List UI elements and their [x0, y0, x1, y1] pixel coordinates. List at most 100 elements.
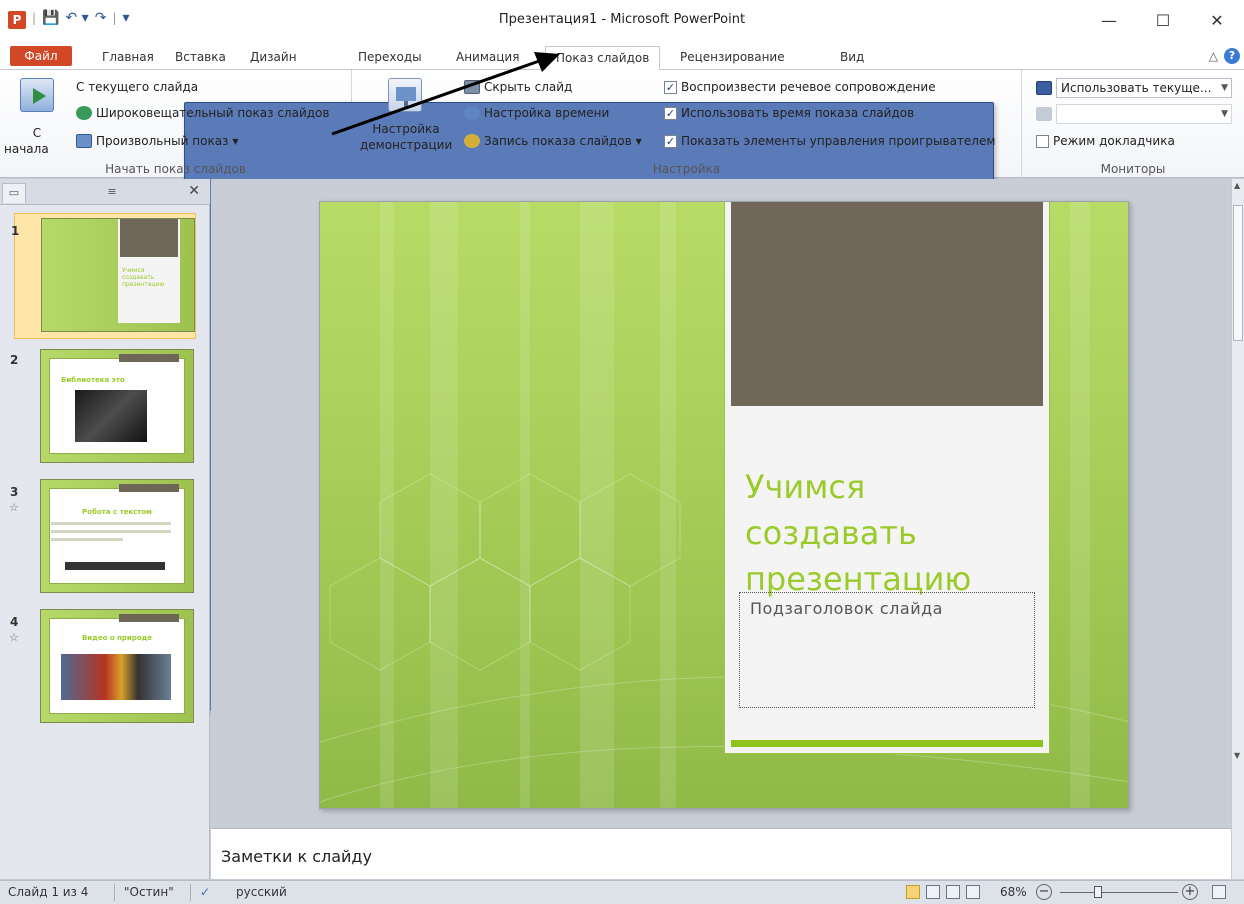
slide-title-line-1: Учимся	[745, 468, 866, 506]
tab-design[interactable]: Дизайн	[240, 46, 307, 70]
tab-slide-show[interactable]: Показ слайдов	[545, 46, 661, 71]
from-beginning-button[interactable]: С	[20, 126, 54, 140]
slide-thumbnail-4[interactable]: Видео о природе	[40, 609, 194, 723]
minimize-ribbon-icon[interactable]: △	[1209, 49, 1218, 63]
show-media-controls-checkbox[interactable]: ✓ Показать элементы управления проигрыва…	[664, 134, 995, 148]
slides-panel-tabs: ▭ ≡ ✕	[0, 179, 210, 205]
tab-insert[interactable]: Вставка	[165, 46, 236, 70]
tab-view[interactable]: Вид	[830, 46, 874, 70]
tab-review[interactable]: Рецензирование	[670, 46, 795, 70]
hide-slide-label: Скрыть слайд	[484, 80, 573, 94]
zoom-in-icon[interactable]: +	[1182, 884, 1198, 900]
from-beginning-button-label[interactable]: начала	[4, 142, 49, 156]
custom-show-label: Произвольный показ	[96, 134, 229, 148]
window-controls: — ☐ ✕	[1082, 0, 1244, 42]
broadcast-label: Широковещательный показ слайдов	[96, 106, 330, 120]
group-label-setup: Настройка	[652, 162, 721, 176]
resolution-select[interactable]: ▼	[1056, 104, 1232, 124]
hide-slide-icon	[464, 80, 480, 94]
scrollbar-thumb[interactable]	[1233, 205, 1243, 341]
fit-to-window-icon[interactable]	[1212, 885, 1226, 899]
tab-transitions[interactable]: Переходы	[348, 46, 432, 70]
rehearse-timings-label: Настройка времени	[484, 106, 610, 120]
language-indicator[interactable]: русский	[236, 885, 287, 899]
tab-file[interactable]: Файл	[10, 46, 72, 66]
current-slide[interactable]: Учимся создавать презентацию Подзаголово…	[319, 201, 1129, 809]
chevron-down-icon: ▼	[1221, 109, 1228, 119]
outline-tab-icon[interactable]: ≡	[92, 183, 132, 203]
monitor-select-value: Использовать текуще...	[1061, 81, 1212, 95]
checkbox-checked-icon: ✓	[664, 134, 677, 148]
preview-brown-block	[120, 219, 178, 257]
vertical-scrollbar[interactable]: ▲ ▼	[1231, 179, 1244, 879]
title-bar: P | 💾 ↶ ▾ ↷ | ▾ Презентация1 - Microsoft…	[0, 0, 1244, 42]
rehearse-timings-button[interactable]: Настройка времени	[464, 106, 609, 120]
subtitle-placeholder[interactable]: Подзаголовок слайда	[739, 592, 1035, 708]
record-icon	[464, 134, 480, 148]
monitor-icon	[1036, 81, 1052, 95]
broadcast-slide-show-button[interactable]: Широковещательный показ слайдов	[76, 106, 329, 120]
preview-title: Робота с текстом	[82, 508, 152, 516]
record-slide-show-button[interactable]: Запись показа слайдов ▼	[464, 134, 642, 148]
window-title: Презентация1 - Microsoft PowerPoint	[498, 12, 746, 27]
hide-slide-button[interactable]: Скрыть слайд	[464, 80, 572, 94]
slide-counter: Слайд 1 из 4	[8, 885, 89, 899]
normal-view-icon[interactable]	[906, 885, 920, 899]
theme-name[interactable]: "Остин"	[124, 885, 174, 899]
record-slide-show-label: Запись показа слайдов	[484, 134, 632, 148]
notes-placeholder: Заметки к слайду	[221, 847, 372, 866]
notes-pane[interactable]: Заметки к слайду	[211, 828, 1231, 879]
use-timings-label: Использовать время показа слайдов	[681, 106, 915, 120]
from-beginning-icon[interactable]	[20, 78, 54, 112]
help-area: △ ?	[1209, 48, 1240, 64]
use-timings-checkbox[interactable]: ✓ Использовать время показа слайдов	[664, 106, 914, 120]
close-button[interactable]: ✕	[1190, 0, 1244, 42]
setup-slide-show-button[interactable]: Настройка	[368, 122, 444, 136]
ribbon-tabs: Файл Главная Вставка Дизайн Переходы Ани…	[0, 42, 1244, 71]
slide-thumbnail-3[interactable]: Робота с текстом	[40, 479, 194, 593]
presenter-view-checkbox[interactable]: Режим докладчика	[1036, 134, 1175, 148]
chevron-down-icon: ▼	[635, 136, 642, 146]
slide-thumbnail-2[interactable]: Библиотека это	[40, 349, 194, 463]
play-narrations-label: Воспроизвести речевое сопровождение	[681, 80, 936, 94]
resolution-select-row[interactable]: ▼	[1036, 104, 1232, 124]
slide-thumbnail-1[interactable]: 1 Учимся создавать презентацию	[11, 213, 196, 339]
group-start-slide-show: С начала С текущего слайда Широковещател…	[0, 70, 994, 710]
checkbox-unchecked-icon	[1036, 134, 1049, 148]
setup-slide-show-button-label[interactable]: демонстрации	[360, 138, 452, 152]
tab-animations[interactable]: Анимация	[446, 46, 529, 70]
custom-show-icon	[76, 134, 92, 148]
status-divider	[190, 884, 191, 901]
checkbox-checked-icon: ✓	[664, 106, 677, 120]
zoom-slider-track[interactable]	[1060, 892, 1178, 893]
animation-star-icon: ☆	[9, 631, 19, 644]
show-presentation-on[interactable]: Использовать текуще... ▼	[1036, 78, 1232, 98]
spell-check-icon[interactable]: ✓	[200, 885, 210, 899]
slides-tab-icon[interactable]: ▭	[2, 183, 26, 203]
reading-view-icon[interactable]	[946, 885, 960, 899]
slide-title[interactable]: Учимся создавать презентацию	[745, 464, 971, 602]
preview-title: Видео о природе	[81, 634, 153, 642]
play-narrations-checkbox[interactable]: ✓ Воспроизвести речевое сопровождение	[664, 80, 936, 94]
maximize-button[interactable]: ☐	[1136, 0, 1190, 42]
zoom-out-icon[interactable]: −	[1036, 884, 1052, 900]
clock-icon	[464, 106, 480, 120]
tab-home[interactable]: Главная	[92, 46, 164, 70]
help-icon[interactable]: ?	[1224, 48, 1240, 64]
from-current-slide-button[interactable]: С текущего слайда	[76, 80, 994, 710]
scroll-up-icon[interactable]: ▲	[1234, 181, 1240, 190]
slide-editing-area: Учимся создавать презентацию Подзаголово…	[211, 179, 1231, 827]
slide-show-view-icon[interactable]	[966, 885, 980, 899]
custom-slide-show-button[interactable]: Произвольный показ ▼	[76, 134, 239, 148]
zoom-level[interactable]: 68%	[1000, 885, 1027, 899]
close-panel-icon[interactable]: ✕	[188, 183, 200, 199]
resolution-icon	[1036, 107, 1052, 121]
setup-slide-show-icon[interactable]	[388, 78, 422, 112]
zoom-slider-knob[interactable]	[1094, 886, 1102, 898]
scroll-down-icon[interactable]: ▼	[1234, 751, 1240, 760]
minimize-button[interactable]: —	[1082, 0, 1136, 42]
setup-show-label-2: демонстрации	[360, 138, 453, 152]
monitor-select[interactable]: Использовать текуще... ▼	[1056, 78, 1232, 98]
slide-sorter-view-icon[interactable]	[926, 885, 940, 899]
preview-title: Учимся создавать презентацию	[122, 267, 165, 288]
